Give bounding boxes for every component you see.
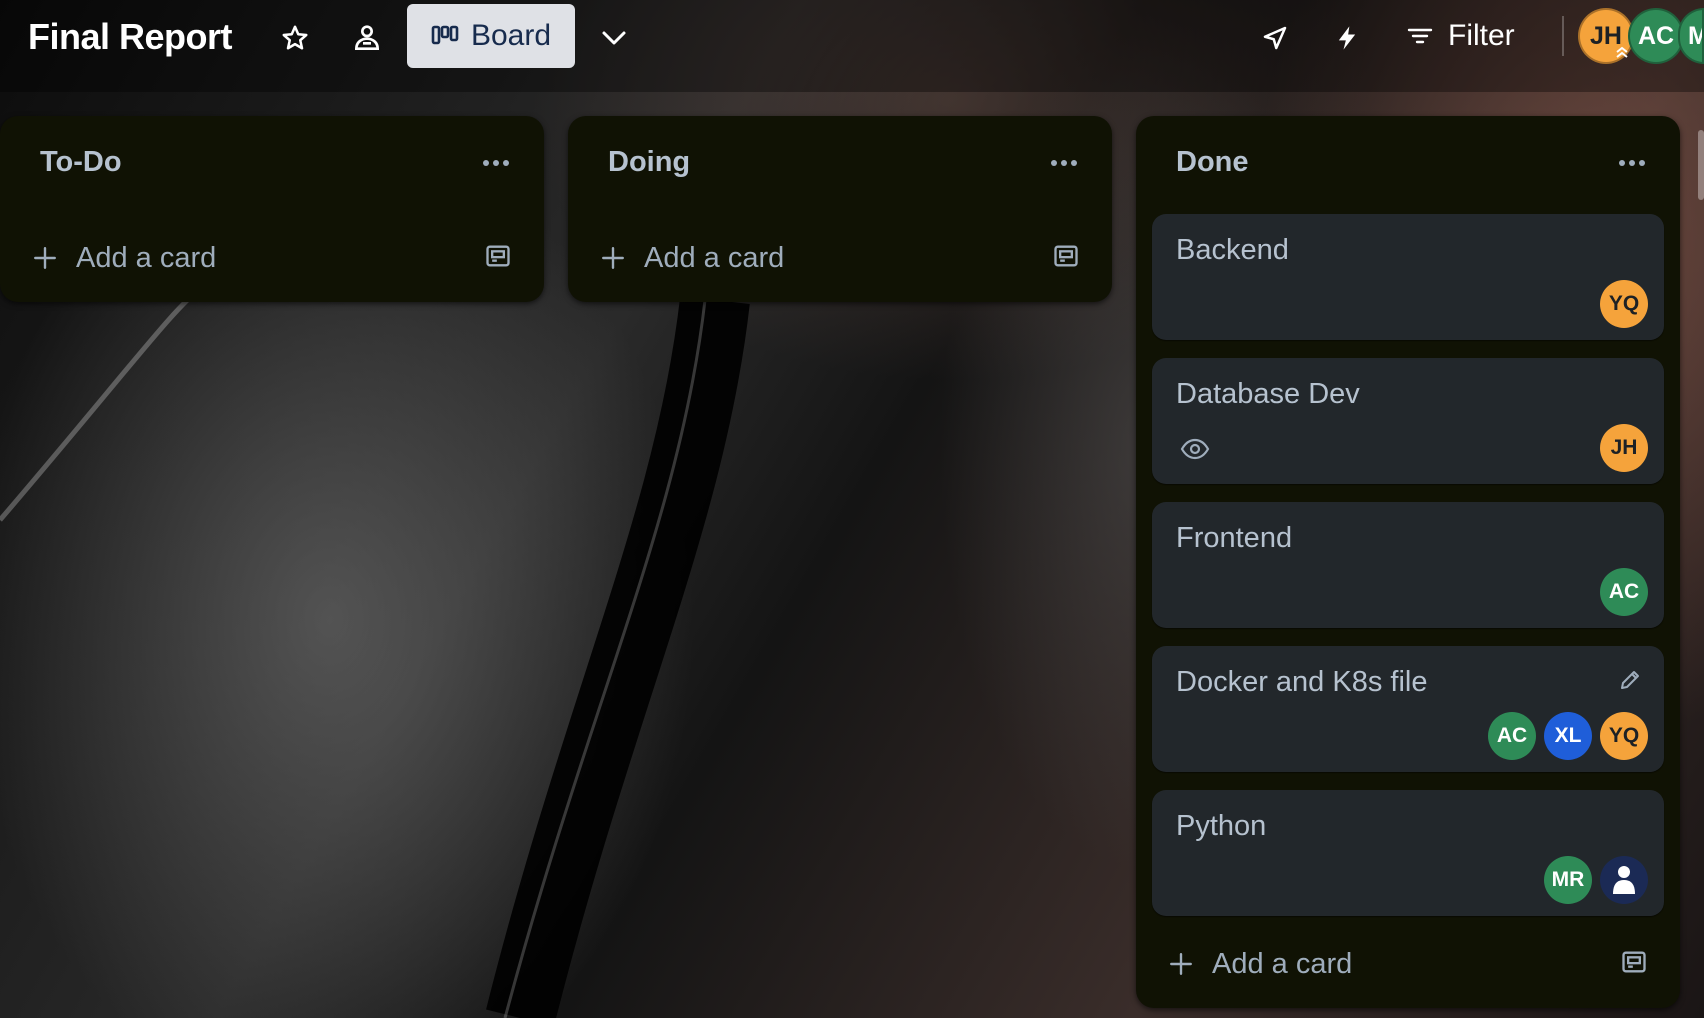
admin-chevron-icon <box>1614 44 1630 60</box>
card[interactable]: Frontend AC <box>1152 502 1664 628</box>
more-icon[interactable] <box>1044 146 1084 180</box>
card-title: Frontend <box>1176 522 1293 554</box>
member-avatar[interactable]: YQ <box>1600 280 1648 328</box>
filter-button[interactable]: Filter <box>1406 12 1515 60</box>
list-title[interactable]: To-Do <box>40 146 122 179</box>
header-divider <box>1562 16 1564 56</box>
member-avatar[interactable]: AC <box>1488 712 1536 760</box>
card[interactable]: Python MR <box>1152 790 1664 916</box>
next-list-peek <box>1698 130 1704 200</box>
plus-icon <box>1168 951 1194 977</box>
board-header: Final Report Board Filter JH AC <box>0 0 1704 92</box>
card[interactable]: Database Dev JH <box>1152 358 1664 484</box>
list-todo: To-Do Add a card <box>0 116 544 302</box>
watch-icon <box>1180 438 1210 460</box>
member-avatar[interactable]: JH <box>1578 8 1634 64</box>
member-avatar[interactable]: AC <box>1628 8 1684 64</box>
automation-icon[interactable] <box>1327 18 1367 58</box>
board-title[interactable]: Final Report <box>28 16 233 58</box>
card-template-icon[interactable] <box>484 242 512 270</box>
card-title: Database Dev <box>1176 378 1360 410</box>
member-avatar[interactable]: AC <box>1600 568 1648 616</box>
card-members: JH <box>1600 424 1648 472</box>
board-view-label: Board <box>470 19 552 52</box>
member-avatar[interactable]: MR <box>1544 856 1592 904</box>
list-title[interactable]: Doing <box>608 146 690 179</box>
filter-icon <box>1406 24 1434 48</box>
member-avatar[interactable]: YQ <box>1600 712 1648 760</box>
filter-label: Filter <box>1448 19 1515 52</box>
add-card-button[interactable]: Add a card <box>1150 934 1666 994</box>
card-title: Backend <box>1176 234 1289 266</box>
card-title: Docker and K8s file <box>1176 666 1428 698</box>
card[interactable]: Backend YQ <box>1152 214 1664 340</box>
pencil-icon[interactable] <box>1618 668 1642 692</box>
add-card-button[interactable]: Add a card <box>14 228 530 288</box>
power-ups-icon[interactable] <box>1255 18 1295 58</box>
board-icon <box>431 24 459 48</box>
more-icon[interactable] <box>1612 146 1652 180</box>
card-title: Python <box>1176 810 1267 842</box>
member-avatar[interactable]: XL <box>1544 712 1592 760</box>
add-card-label: Add a card <box>76 241 217 274</box>
board-view-button[interactable]: Board <box>407 4 575 68</box>
member-avatar[interactable]: JH <box>1600 424 1648 472</box>
list-title[interactable]: Done <box>1176 146 1249 179</box>
card-template-icon[interactable] <box>1052 242 1080 270</box>
add-card-button[interactable]: Add a card <box>582 228 1098 288</box>
card-members: MR <box>1544 856 1648 904</box>
card-members: AC <box>1600 568 1648 616</box>
add-card-label: Add a card <box>644 241 785 274</box>
member-avatar[interactable] <box>1600 856 1648 904</box>
card-template-icon[interactable] <box>1620 948 1648 976</box>
chevron-down-icon[interactable] <box>594 18 634 58</box>
plus-icon <box>32 245 58 271</box>
visibility-icon[interactable] <box>347 18 387 58</box>
card[interactable]: Docker and K8s file AC XL YQ <box>1152 646 1664 772</box>
list-doing: Doing Add a card <box>568 116 1112 302</box>
member-avatar[interactable]: M <box>1678 8 1704 64</box>
add-card-label: Add a card <box>1212 947 1353 980</box>
person-icon <box>1611 864 1637 896</box>
more-icon[interactable] <box>476 146 516 180</box>
star-icon[interactable] <box>275 18 315 58</box>
card-members: YQ <box>1600 280 1648 328</box>
list-done: Done Backend YQ Database Dev JH Frontend… <box>1136 116 1680 1008</box>
card-members: AC XL YQ <box>1488 712 1648 760</box>
plus-icon <box>600 245 626 271</box>
